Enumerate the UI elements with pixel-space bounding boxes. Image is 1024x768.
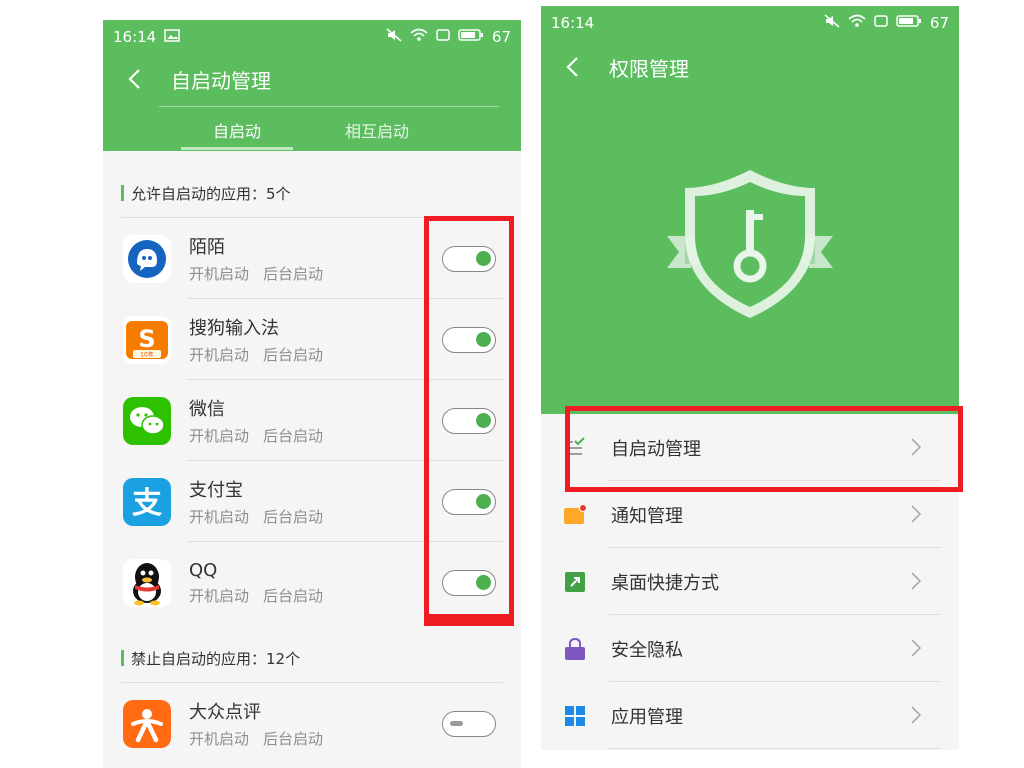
gallery-icon: [164, 28, 180, 46]
sogou-icon: S 10年: [123, 315, 171, 364]
allowed-section-label: 允许自启动的应用：5个: [131, 184, 291, 203]
app-name: 大众点评: [189, 702, 261, 723]
battery-level: 67: [929, 14, 949, 32]
chevron-right-icon: [911, 505, 922, 527]
background-start-label: 后台启动: [263, 346, 324, 364]
notification-icon: [563, 503, 587, 527]
tab-mutual-start[interactable]: 相互启动: [321, 110, 433, 150]
blocked-section-label: 禁止自启动的应用：12个: [131, 649, 301, 668]
permission-screen: 16:14 67 权限管理 自启动管理 通知管理 桌面快捷方式 安全隐私 应用管…: [541, 6, 959, 750]
battery-icon: [896, 14, 922, 32]
tab-autostart[interactable]: 自启动: [181, 110, 293, 150]
menu-item-security-privacy[interactable]: 安全隐私: [541, 615, 959, 682]
status-bar: 16:14 67: [103, 20, 521, 54]
menu-label: 桌面快捷方式: [611, 572, 719, 594]
header: 16:14 67 权限管理: [541, 6, 959, 414]
boot-start-label: 开机启动: [189, 586, 250, 605]
menu-label: 应用管理: [611, 706, 683, 728]
allowed-section-header: 允许自启动的应用：5个: [121, 169, 521, 217]
mute-icon: [824, 14, 840, 32]
background-start-label: 后台启动: [263, 508, 324, 526]
highlight-box: [565, 406, 963, 492]
battery-icon: [458, 28, 484, 46]
menu-item-app-management[interactable]: 应用管理: [541, 682, 959, 749]
status-time: 16:14: [113, 28, 157, 46]
page-title: 自启动管理: [171, 68, 271, 93]
app-name: QQ: [189, 559, 218, 581]
autostart-screen: 16:14 67 自启动管理 自启动 相互启动 允许自启动的应用：5个 陌陌 开…: [103, 20, 521, 768]
sim-icon: [874, 14, 888, 32]
background-start-label: 后台启动: [263, 730, 324, 748]
app-name: 搜狗输入法: [189, 318, 279, 339]
app-row: 大众点评 开机启动 后台启动: [103, 683, 521, 764]
battery-level: 67: [491, 28, 511, 46]
alipay-icon: 支: [123, 477, 171, 526]
wifi-icon: [848, 14, 866, 32]
chevron-right-icon: [911, 572, 922, 594]
background-start-label: 后台启动: [263, 427, 324, 445]
menu-label: 安全隐私: [611, 639, 683, 661]
chevron-right-icon: [911, 639, 922, 661]
boot-start-label: 开机启动: [189, 346, 250, 364]
header: 16:14 67 自启动管理 自启动 相互启动: [103, 20, 521, 151]
boot-start-label: 开机启动: [189, 508, 250, 526]
shortcut-icon: [563, 570, 587, 594]
shield-key-icon: [665, 164, 835, 328]
dianping-icon: [123, 699, 171, 748]
svg-text:S: S: [138, 325, 155, 353]
status-bar: 16:14 67: [541, 6, 959, 40]
autostart-toggle[interactable]: [442, 710, 496, 737]
boot-start-label: 开机启动: [189, 427, 250, 445]
chevron-right-icon: [911, 706, 922, 728]
lock-icon: [563, 637, 587, 661]
sim-icon: [436, 28, 450, 46]
wifi-icon: [410, 28, 428, 46]
wechat-icon: [123, 396, 171, 445]
back-arrow-icon[interactable]: [565, 57, 585, 77]
app-name: 陌陌: [189, 237, 225, 258]
app-name: 支付宝: [189, 480, 243, 501]
menu-item-shortcuts[interactable]: 桌面快捷方式: [541, 548, 959, 615]
menu-label: 通知管理: [611, 505, 683, 527]
qq-icon: [123, 558, 171, 607]
svg-text:支: 支: [132, 486, 162, 521]
tab-bar: 自启动 相互启动: [103, 110, 521, 150]
header-divider: [159, 106, 499, 107]
mute-icon: [386, 28, 402, 46]
sogou-badge: 10年: [140, 350, 154, 358]
status-time: 16:14: [551, 14, 595, 32]
background-start-label: 后台启动: [263, 586, 324, 605]
highlight-box: [424, 216, 514, 626]
page-title: 权限管理: [609, 56, 689, 81]
back-arrow-icon[interactable]: [127, 69, 147, 89]
app-name: 微信: [189, 399, 225, 420]
background-start-label: 后台启动: [263, 265, 324, 283]
blocked-section-header: 禁止自启动的应用：12个: [121, 634, 521, 682]
boot-start-label: 开机启动: [189, 730, 250, 748]
momo-icon: [123, 234, 171, 283]
boot-start-label: 开机启动: [189, 265, 250, 283]
apps-grid-icon: [563, 704, 587, 728]
